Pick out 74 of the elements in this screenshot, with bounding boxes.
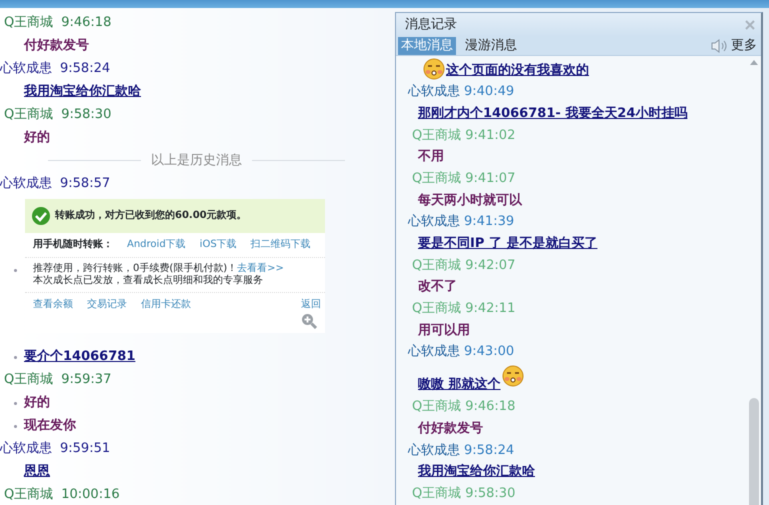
history-divider-label: 以上是历史消息 xyxy=(150,152,243,170)
message-text: 这个页面的没有我喜欢的 xyxy=(446,62,589,80)
sender-name: Q王商城 xyxy=(412,126,462,145)
message-text: 我用淘宝给你汇款哈 xyxy=(24,82,141,101)
message-time: 9:42:11 xyxy=(465,300,516,318)
message-time: 9:41:07 xyxy=(465,170,516,188)
message-text: 不用 xyxy=(418,148,444,166)
message-text: 现在发你 xyxy=(24,416,76,435)
download-link[interactable]: 扫二维码下载 xyxy=(250,239,311,251)
footer-link[interactable]: 查看余额 xyxy=(33,299,73,311)
message-time: 9:58:30 xyxy=(465,484,516,503)
message-time: 9:58:57 xyxy=(60,174,110,193)
message-text: 我用淘宝给你汇款哈 xyxy=(418,462,535,482)
message-text: 改不了 xyxy=(418,278,457,296)
message-time: 10:00:16 xyxy=(61,486,120,504)
message-text: 要是不同IP 了 是不是就白买了 xyxy=(418,235,598,253)
close-icon[interactable] xyxy=(745,20,755,30)
message-time: 9:42:07 xyxy=(465,256,516,275)
zoom-in-icon[interactable] xyxy=(301,313,317,329)
sender-name: Q王商城 xyxy=(412,398,462,416)
sender-name: Q王商城 xyxy=(412,170,462,188)
message-time: 9:58:24 xyxy=(464,442,514,460)
tab[interactable]: 漫游消息 xyxy=(462,36,520,54)
sender-name: Q王商城 xyxy=(4,106,54,124)
download-link[interactable]: Android下载 xyxy=(127,239,186,251)
message-text: 嗷嗷 那就这个 xyxy=(418,376,501,394)
scroll-thumb[interactable] xyxy=(749,398,759,505)
message-text: 付好款发号 xyxy=(24,36,89,55)
message-time: 9:46:18 xyxy=(61,14,112,32)
footer-link[interactable]: 交易记录 xyxy=(87,299,127,311)
sender-name: Q王商城 xyxy=(4,370,54,389)
transfer-notice: 转账成功，对方已收到您的60.00元款项。 xyxy=(55,210,247,222)
download-link[interactable]: iOS下载 xyxy=(200,239,237,251)
sender-name: Q王商城 xyxy=(412,300,462,318)
promo-link[interactable]: 去看看>> xyxy=(237,263,284,274)
message-text: 付好款发号 xyxy=(418,420,483,438)
sender-name: 心软成患 xyxy=(0,440,52,458)
check-icon xyxy=(31,206,51,226)
message-time: 9:59:37 xyxy=(61,370,112,389)
message-text: 好的 xyxy=(24,394,50,412)
speaker-icon[interactable] xyxy=(711,38,729,52)
sender-name: 心软成患 xyxy=(408,83,460,102)
message-time: 9:41:39 xyxy=(464,213,514,232)
sender-name: 心软成患 xyxy=(408,442,460,460)
sender-name: 心软成患 xyxy=(408,213,460,232)
message-text: 每天两小时就可以 xyxy=(418,192,522,210)
sender-name: 心软成患 xyxy=(0,174,52,193)
message-text: 那刚才内个14066781- 我要全天24小时挂吗 xyxy=(418,104,688,123)
sender-name: 心软成患 xyxy=(0,60,52,78)
sender-name: Q王商城 xyxy=(412,256,462,275)
message-time: 9:41:02 xyxy=(465,126,516,145)
sender-name: 心软成患 xyxy=(408,343,460,362)
message-time: 9:40:49 xyxy=(464,83,514,102)
message-time: 9:58:24 xyxy=(60,60,110,78)
footer-link[interactable]: 返回 xyxy=(301,299,321,311)
sender-name: Q王商城 xyxy=(412,484,462,503)
message-text: 好的 xyxy=(24,128,50,147)
more-link[interactable]: 更多 xyxy=(731,36,757,56)
message-text: 恩恩 xyxy=(24,462,50,481)
message-time: 9:58:30 xyxy=(61,106,112,124)
tab[interactable]: 本地消息 xyxy=(398,36,456,54)
message-time: 9:59:51 xyxy=(60,440,110,458)
promo-label: 推荐使用，跨行转账，0手续费(限手机付款)！ xyxy=(33,263,238,274)
growth-notice: 本次成长点已发放，查看成长点明细和我的专享服务 xyxy=(33,275,264,287)
message-time: 9:46:18 xyxy=(465,398,516,416)
message-text: 要介个14066781 xyxy=(24,348,136,366)
message-time: 9:43:00 xyxy=(464,343,514,362)
download-label: 用手机随时转账： xyxy=(33,239,113,251)
sender-name: Q王商城 xyxy=(4,486,54,504)
scroll-up-icon[interactable] xyxy=(750,60,758,65)
sender-name: Q王商城 xyxy=(4,14,54,32)
message-text: 用可以用 xyxy=(418,322,470,340)
panel-title: 消息记录 xyxy=(405,16,457,34)
footer-link[interactable]: 信用卡还款 xyxy=(141,299,191,311)
